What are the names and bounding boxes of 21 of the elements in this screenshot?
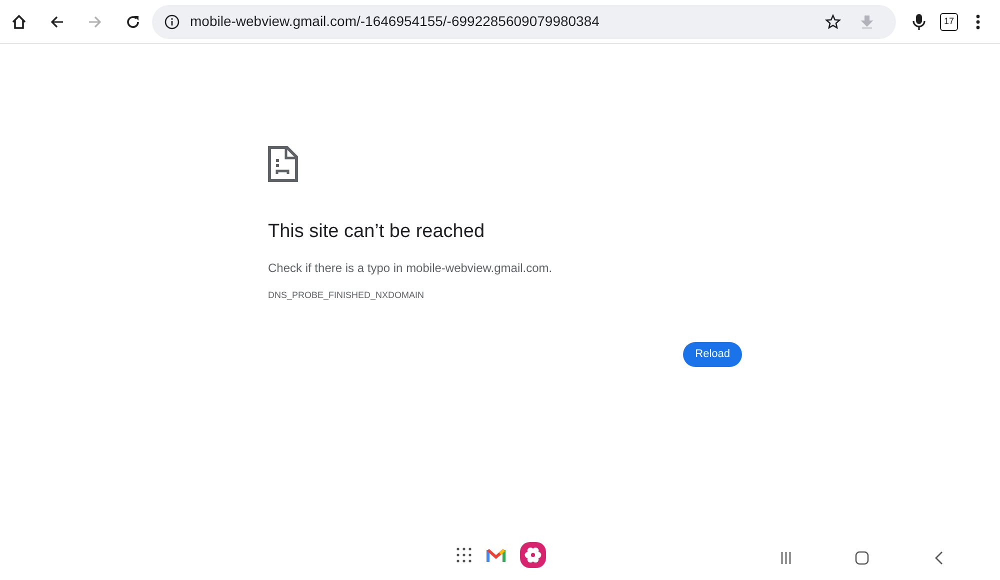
reload-button[interactable]: Reload xyxy=(683,342,742,367)
home-nav-icon[interactable] xyxy=(855,551,869,565)
error-message: Check if there is a typo in mobile-webview.gmail.com. xyxy=(268,260,554,276)
star-icon[interactable] xyxy=(825,14,841,30)
url-text: mobile-webview.gmail.com/-1646954155/-6992285609079980384 xyxy=(190,12,600,31)
error-heading: This site can’t be reached xyxy=(268,220,486,244)
address-bar[interactable]: mobile-webview.gmail.com/-1646954155/-6992285609079980384 xyxy=(152,4,896,38)
sad-page-icon xyxy=(268,146,298,182)
mail-app-icon[interactable] xyxy=(486,547,506,563)
more-vert-icon[interactable] xyxy=(976,14,980,30)
info-icon[interactable] xyxy=(164,14,180,30)
error-code: DNS_PROBE_FINISHED_NXDOMAIN xyxy=(268,288,426,302)
app-grid-icon[interactable] xyxy=(456,547,472,563)
tab-switcher-button[interactable]: 17 xyxy=(940,12,958,30)
back-nav-icon[interactable] xyxy=(934,551,944,565)
flower-app-icon[interactable] xyxy=(520,542,546,568)
microphone-icon[interactable] xyxy=(912,12,926,30)
recent-apps-icon[interactable] xyxy=(780,552,792,564)
home-icon[interactable] xyxy=(11,14,27,30)
reload-icon[interactable] xyxy=(125,14,141,30)
back-arrow-icon[interactable] xyxy=(49,14,65,30)
